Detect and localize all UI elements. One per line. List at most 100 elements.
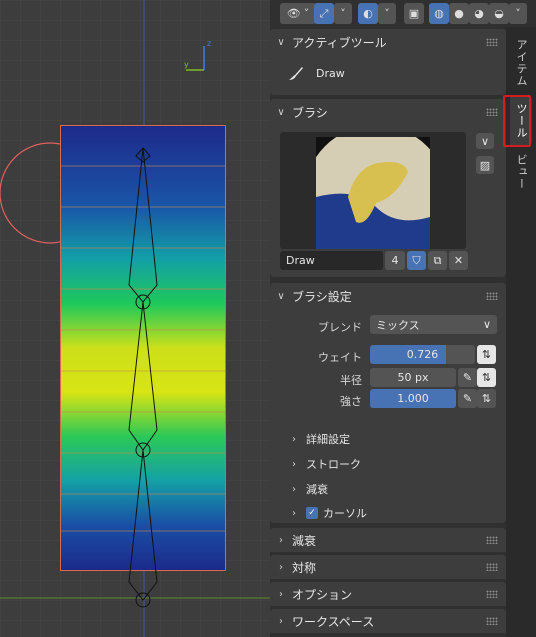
pen-pressure-icon: ✎ <box>462 392 473 405</box>
subpanel-falloff-label: 減衰 <box>306 483 328 496</box>
overlay-dropdown[interactable]: ˅ <box>378 3 396 24</box>
chevron-right-icon: › <box>292 433 296 445</box>
radius-unified-toggle[interactable]: ⇅ <box>477 368 496 387</box>
symmetry-section-title: 対称 <box>292 560 317 575</box>
brush-section: ∨ ブラシ ∨ ▨ Draw 4 ⛉ ⧉ ✕ <box>270 99 506 277</box>
tab-view[interactable]: ビュー <box>510 151 532 193</box>
brush-settings-section: ∨ ブラシ設定 ブレンド ミックス ∨ ウェイト 0.726 ⇅ 半径 50 p… <box>270 283 506 523</box>
brush-preview-frame[interactable] <box>280 132 466 249</box>
radius-pressure-toggle[interactable]: ✎ <box>458 368 477 387</box>
brush-settings-header[interactable]: ∨ ブラシ設定 <box>270 283 506 309</box>
shading-solid-button[interactable]: ● <box>449 3 469 24</box>
cursor-checkbox[interactable]: ✓ <box>306 507 318 519</box>
subpanel-stroke[interactable]: › ストローク <box>292 456 361 472</box>
active-tool-row[interactable]: Draw <box>286 63 345 83</box>
blend-label: ブレンド <box>318 321 362 334</box>
symmetry-section[interactable]: › 対称 <box>270 555 506 579</box>
radius-value: 50 px <box>397 371 429 384</box>
chevron-down-icon: ˅ <box>515 7 521 20</box>
overlay-toggle[interactable]: ◐ <box>358 3 378 24</box>
drag-grip-icon[interactable] <box>486 108 498 116</box>
falloff-section-title: 減衰 <box>292 533 317 548</box>
chevron-right-icon: › <box>279 615 283 627</box>
xray-icon: ▣ <box>408 7 420 20</box>
visibility-dropdown[interactable]: 👁 ˅ <box>280 3 316 24</box>
subpanel-cursor-label: カーソル <box>323 507 367 520</box>
duplicate-brush-button[interactable]: ⧉ <box>428 251 447 270</box>
options-section[interactable]: › オプション <box>270 582 506 606</box>
drag-grip-icon[interactable] <box>486 292 498 300</box>
chevron-down-icon: ˅ <box>303 7 310 20</box>
weight-unified-toggle[interactable]: ⇅ <box>477 345 496 364</box>
drag-grip-icon[interactable] <box>486 38 498 46</box>
strength-unified-toggle[interactable]: ⇅ <box>477 389 496 408</box>
armature-bones[interactable] <box>0 0 270 637</box>
chevron-down-icon: ∨ <box>480 134 490 148</box>
rendered-sphere-icon: ◒ <box>494 7 504 20</box>
tool-tab-highlight <box>503 95 531 147</box>
tab-item[interactable]: アイテム <box>510 35 532 91</box>
active-tool-name: Draw <box>316 66 345 80</box>
brush-name-field[interactable]: Draw <box>280 251 383 270</box>
drag-grip-icon[interactable] <box>486 536 498 544</box>
brush-menu-dropdown[interactable]: ∨ <box>476 133 494 149</box>
close-icon: ✕ <box>453 254 464 267</box>
active-tool-header[interactable]: ∨ アクティブツール <box>270 29 506 55</box>
chevron-right-icon: › <box>292 458 296 470</box>
workspace-section[interactable]: › ワークスペース <box>270 609 506 633</box>
radius-field[interactable]: 50 px <box>370 368 456 387</box>
shading-wireframe-button[interactable]: ◍ <box>429 3 449 24</box>
blend-value: ミックス <box>376 318 420 332</box>
chevron-down-icon: ∨ <box>277 290 285 302</box>
weight-slider[interactable]: 0.726 <box>370 345 475 364</box>
subpanel-falloff[interactable]: › 減衰 <box>292 481 328 497</box>
wireframe-sphere-icon: ◍ <box>434 7 444 20</box>
falloff-section[interactable]: › 減衰 <box>270 528 506 552</box>
strength-pressure-toggle[interactable]: ✎ <box>458 389 477 408</box>
3d-viewport[interactable]: z y <box>0 0 270 637</box>
duplicate-icon: ⧉ <box>433 253 442 267</box>
gizmo-dropdown[interactable]: ˅ <box>334 3 352 24</box>
shading-material-button[interactable]: ◕ <box>469 3 489 24</box>
strength-value: 1.000 <box>397 392 429 405</box>
gizmo-icon: ⤢ <box>319 6 329 20</box>
blend-dropdown[interactable]: ミックス ∨ <box>370 315 497 334</box>
chevron-right-icon: › <box>279 534 283 546</box>
unified-settings-icon: ⇅ <box>481 371 492 384</box>
drag-grip-icon[interactable] <box>486 590 498 598</box>
subpanel-cursor[interactable]: › ✓ カーソル <box>292 505 367 521</box>
unlink-brush-button[interactable]: ✕ <box>449 251 468 270</box>
shading-rendered-button[interactable]: ◒ <box>489 3 509 24</box>
brush-settings-title: ブラシ設定 <box>292 289 352 304</box>
drag-grip-icon[interactable] <box>486 563 498 571</box>
chevron-down-icon: ∨ <box>482 318 491 331</box>
active-tool-title: アクティブツール <box>292 35 387 50</box>
options-section-title: オプション <box>292 587 353 602</box>
chevron-right-icon: › <box>292 483 296 495</box>
brush-users-count[interactable]: 4 <box>385 251 405 270</box>
xray-toggle[interactable]: ▣ <box>404 3 424 24</box>
chevron-down-icon: ∨ <box>277 106 285 118</box>
brush-title: ブラシ <box>292 105 328 120</box>
workspace-section-title: ワークスペース <box>292 614 375 629</box>
gizmo-toggle[interactable]: ⤢ <box>314 3 334 24</box>
overlay-icon: ◐ <box>363 7 373 20</box>
brush-header[interactable]: ∨ ブラシ <box>270 99 506 125</box>
unified-settings-icon: ⇅ <box>481 392 492 405</box>
subpanel-stroke-label: ストローク <box>306 458 361 471</box>
subpanel-advanced[interactable]: › 詳細設定 <box>292 431 350 447</box>
material-sphere-icon: ◕ <box>474 7 484 20</box>
pen-pressure-icon: ✎ <box>462 371 473 384</box>
radius-label: 半径 <box>340 374 362 387</box>
subpanel-advanced-label: 詳細設定 <box>306 433 350 446</box>
weight-value: 0.726 <box>406 348 439 361</box>
fake-user-button[interactable]: ⛉ <box>407 251 426 270</box>
brush-image-button[interactable]: ▨ <box>476 156 494 174</box>
image-icon: ▨ <box>479 158 491 172</box>
drag-grip-icon[interactable] <box>486 617 498 625</box>
unified-settings-icon: ⇅ <box>481 348 492 361</box>
strength-slider[interactable]: 1.000 <box>370 389 456 408</box>
strength-label: 強さ <box>340 395 362 408</box>
shading-dropdown[interactable]: ˅ <box>509 3 527 24</box>
viewport-header: 👁 ˅ ⤢ ˅ ◐ ˅ ▣ ◍ ● ◕ ◒ ˅ <box>270 0 536 27</box>
